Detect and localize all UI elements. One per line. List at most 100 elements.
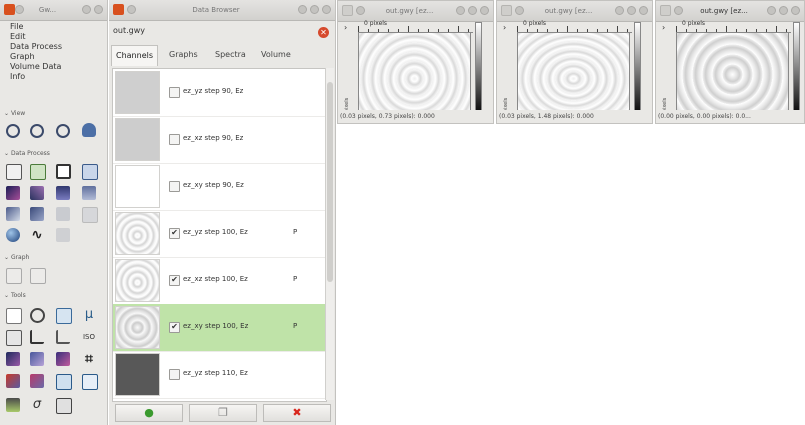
- data-window-titlebar[interactable]: out.gwy [ez...: [338, 1, 493, 22]
- channel-row[interactable]: ✔ ez_xz step 100, Ez P: [113, 257, 326, 305]
- corrlen-icon[interactable]: σ: [30, 398, 44, 412]
- zoom-in-icon[interactable]: [6, 124, 20, 138]
- grain-mark-icon[interactable]: [56, 228, 70, 242]
- channel-row[interactable]: ez_yz step 110, Ez: [113, 351, 326, 399]
- slope-icon[interactable]: [56, 330, 70, 344]
- new-channel-button[interactable]: ●: [115, 404, 183, 422]
- delete-channel-button[interactable]: ✖: [263, 404, 331, 422]
- tab-graphs[interactable]: Graphs: [165, 45, 202, 65]
- field-image[interactable]: [358, 32, 471, 117]
- menu-arrow-icon[interactable]: ›: [662, 23, 665, 32]
- visibility-checkbox[interactable]: [169, 87, 180, 98]
- menu-edit[interactable]: Edit: [10, 32, 62, 42]
- window-menu-icon[interactable]: [15, 5, 24, 14]
- menu-graph[interactable]: Graph: [10, 52, 62, 62]
- line-profile-icon[interactable]: [30, 330, 44, 344]
- channel-row[interactable]: ✔ ez_yz step 100, Ez P: [113, 210, 326, 258]
- channel-row[interactable]: ez_yz step 90, Ez: [113, 69, 326, 117]
- plane-level-icon[interactable]: [30, 164, 46, 180]
- section-graph[interactable]: ⌄ Graph: [4, 254, 29, 261]
- polynomial-background-icon[interactable]: [82, 186, 96, 200]
- curvature-icon[interactable]: ∿: [30, 228, 44, 242]
- zoom-out-icon[interactable]: [30, 124, 44, 138]
- tab-volume[interactable]: Volume: [257, 45, 295, 65]
- minimize-icon[interactable]: [615, 6, 624, 15]
- close-icon[interactable]: [322, 5, 331, 14]
- profile-icon[interactable]: [56, 308, 72, 324]
- fft-icon[interactable]: [6, 207, 20, 221]
- path-level-icon[interactable]: [6, 398, 20, 412]
- visibility-checkbox[interactable]: [169, 369, 180, 380]
- duplicate-channel-button[interactable]: ❐: [189, 404, 257, 422]
- neural-icon[interactable]: [56, 398, 72, 414]
- distance-icon[interactable]: [30, 308, 45, 323]
- zoom-fit-icon[interactable]: [56, 124, 70, 138]
- scale-icon[interactable]: [82, 164, 98, 180]
- maximize-icon[interactable]: [468, 6, 477, 15]
- visibility-checkbox[interactable]: ✔: [169, 322, 180, 333]
- graph-fit-icon[interactable]: [30, 268, 46, 284]
- mask-editor-icon[interactable]: [56, 352, 70, 366]
- close-icon[interactable]: [791, 6, 800, 15]
- graph-measure-icon[interactable]: [6, 268, 22, 284]
- window-menu-icon[interactable]: [127, 5, 136, 14]
- edge-detect-icon[interactable]: [82, 207, 98, 223]
- window-menu-icon[interactable]: [674, 6, 683, 15]
- channel-list-scrollbar[interactable]: [325, 68, 334, 400]
- statistics-icon[interactable]: μ: [82, 308, 96, 322]
- fft-filter-icon[interactable]: [30, 207, 44, 221]
- menu-file[interactable]: File: [10, 22, 62, 32]
- visibility-checkbox[interactable]: [169, 181, 180, 192]
- read-value-icon[interactable]: [6, 308, 22, 324]
- data-browser-titlebar[interactable]: Data Browser: [109, 0, 335, 21]
- maximize-icon[interactable]: [94, 5, 103, 14]
- channel-row[interactable]: ✔ ez_xy step 100, Ez P: [113, 304, 326, 352]
- level-icon[interactable]: [6, 186, 20, 200]
- roughness-icon[interactable]: [82, 374, 98, 390]
- minimize-icon[interactable]: [82, 5, 91, 14]
- menu-volume-data[interactable]: Volume Data: [10, 62, 62, 72]
- window-menu-icon[interactable]: [356, 6, 365, 15]
- crop-icon[interactable]: ⌗: [82, 352, 96, 366]
- section-view[interactable]: ⌄ View: [4, 110, 25, 117]
- field-image[interactable]: [517, 32, 630, 117]
- data-window-titlebar[interactable]: out.gwy [ez...: [497, 1, 652, 22]
- close-file-button[interactable]: ✕: [318, 27, 329, 38]
- 3d-view-icon[interactable]: [82, 123, 96, 137]
- minimize-icon[interactable]: [767, 6, 776, 15]
- section-data-process[interactable]: ⌄ Data Process: [4, 150, 50, 157]
- menu-info[interactable]: Info: [10, 72, 62, 82]
- window-menu-icon[interactable]: [515, 6, 524, 15]
- minimize-icon[interactable]: [298, 5, 307, 14]
- shade-icon[interactable]: [6, 228, 20, 242]
- menu-arrow-icon[interactable]: ›: [344, 23, 347, 32]
- field-image[interactable]: [676, 32, 789, 117]
- selection-manager-icon[interactable]: [56, 374, 72, 390]
- filter-icon[interactable]: [6, 352, 20, 366]
- row-align-icon[interactable]: [56, 186, 70, 200]
- crop-to-selection-icon[interactable]: [56, 164, 71, 179]
- gradient-icon[interactable]: [56, 207, 70, 221]
- channel-row[interactable]: ez_xz step 90, Ez: [113, 116, 326, 164]
- color-range-icon[interactable]: [30, 352, 44, 366]
- data-window-titlebar[interactable]: out.gwy [ez...: [656, 1, 804, 22]
- fix-zero-icon[interactable]: [6, 164, 22, 180]
- facet-level-icon[interactable]: [30, 186, 44, 200]
- grain-filter-icon[interactable]: [30, 374, 44, 388]
- spot-remove-icon[interactable]: [6, 330, 22, 346]
- maximize-icon[interactable]: [310, 5, 319, 14]
- menu-data-process[interactable]: Data Process: [10, 42, 62, 52]
- grain-remove-icon[interactable]: [6, 374, 20, 388]
- menu-arrow-icon[interactable]: ›: [503, 23, 506, 32]
- tab-channels[interactable]: Channels: [111, 45, 159, 66]
- minimize-icon[interactable]: [456, 6, 465, 15]
- maximize-icon[interactable]: [779, 6, 788, 15]
- close-icon[interactable]: [480, 6, 489, 15]
- close-icon[interactable]: [639, 6, 648, 15]
- visibility-checkbox[interactable]: [169, 134, 180, 145]
- section-tools[interactable]: ⌄ Tools: [4, 292, 26, 299]
- maximize-icon[interactable]: [627, 6, 636, 15]
- toolbox-titlebar[interactable]: Gw...: [0, 0, 107, 21]
- sfunctions-icon[interactable]: ISO: [82, 330, 96, 344]
- visibility-checkbox[interactable]: ✔: [169, 228, 180, 239]
